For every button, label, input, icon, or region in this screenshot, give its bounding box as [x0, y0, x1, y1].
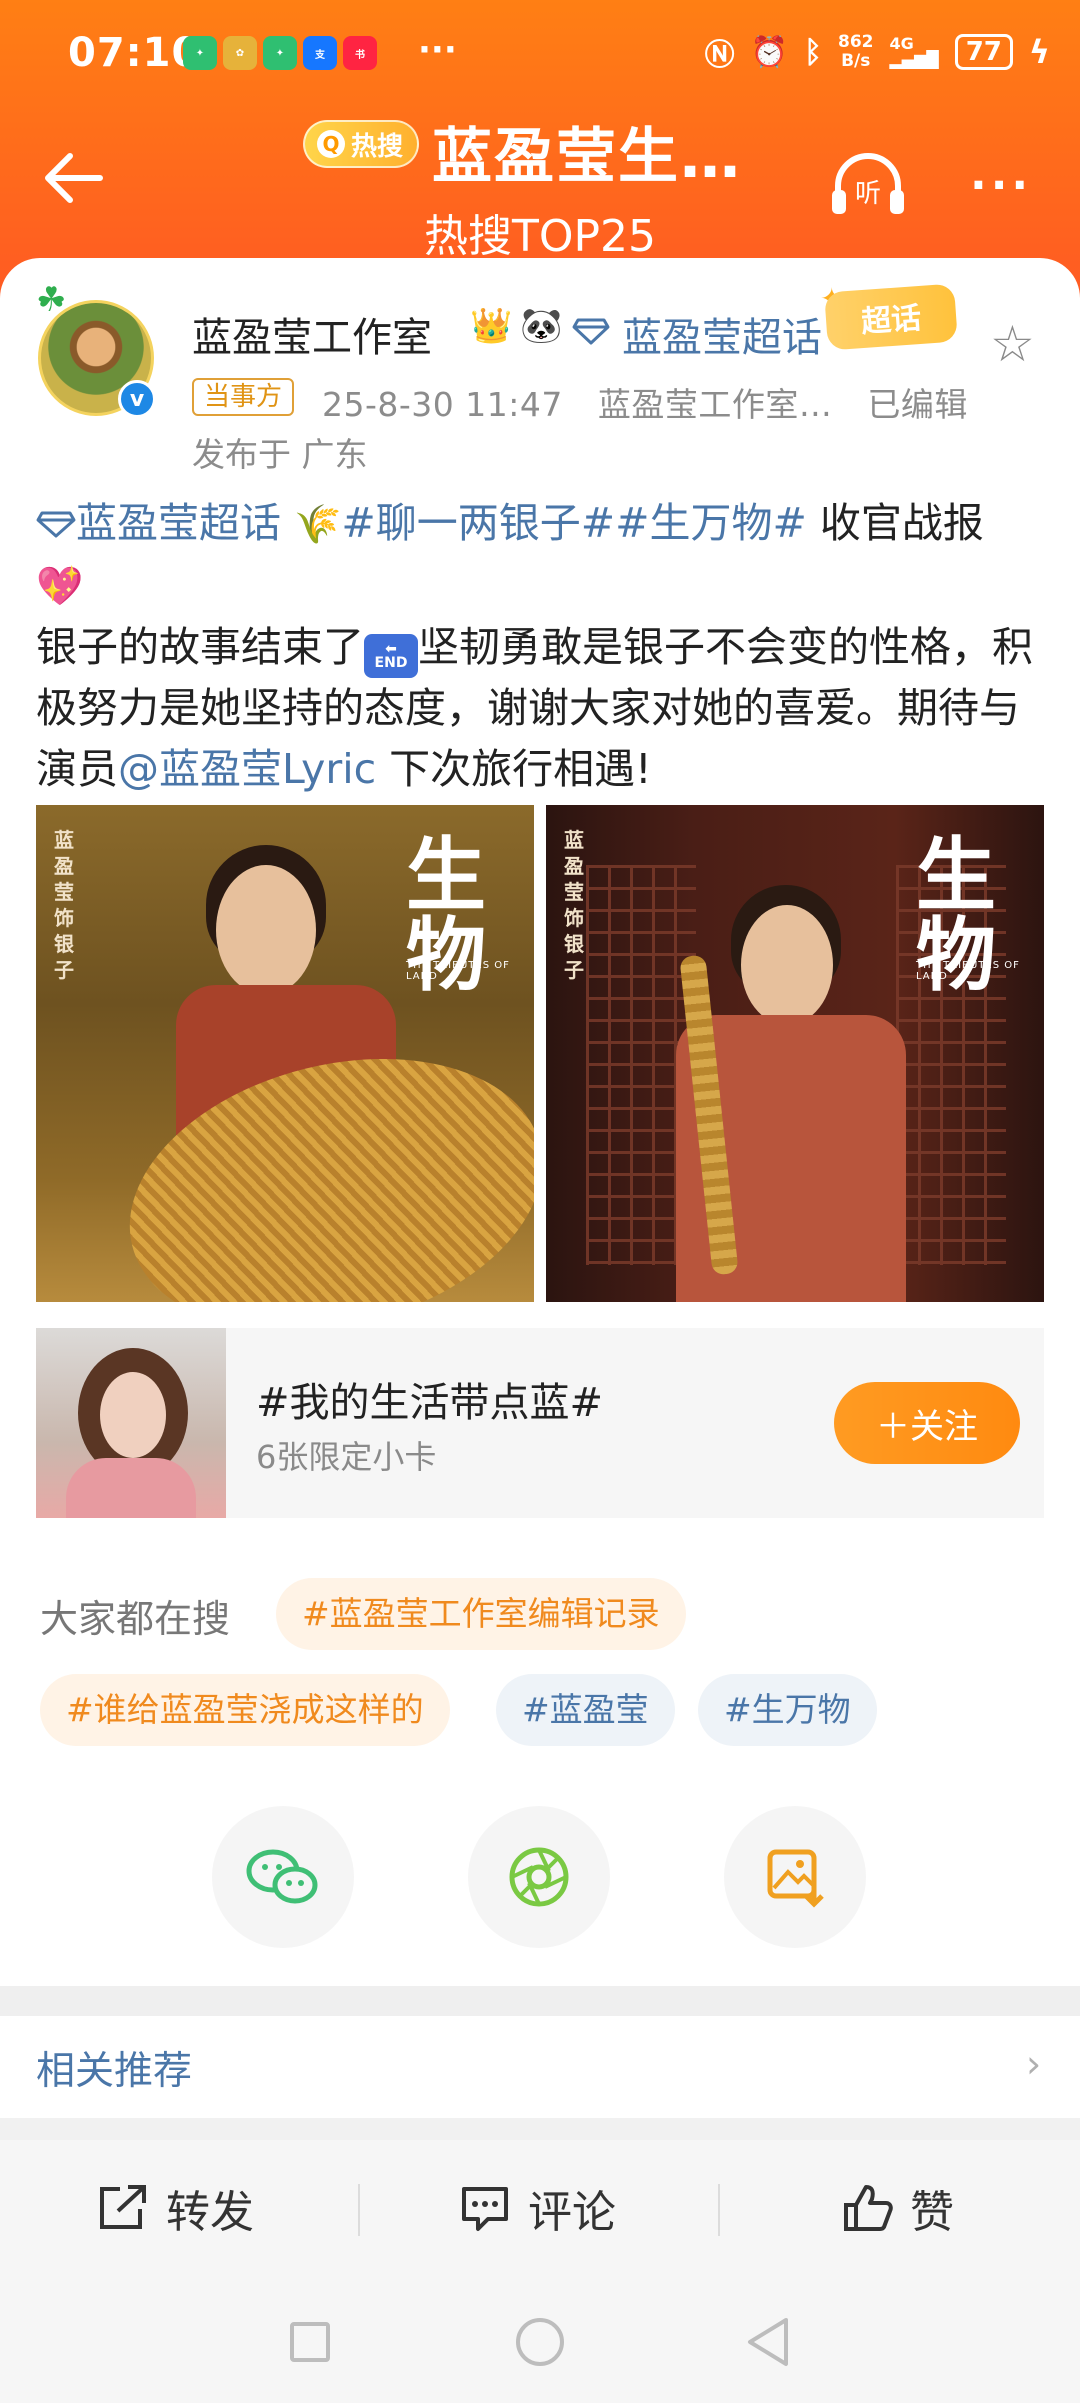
wechat-icon [246, 1849, 318, 1904]
search-tag[interactable]: #生万物 [698, 1674, 877, 1746]
net-speed-unit: B/s [841, 51, 871, 71]
crown-icon: 👑 [470, 306, 513, 346]
comment-button[interactable]: 评论 [458, 2176, 616, 2240]
thumbs-up-icon [844, 2185, 893, 2231]
end-label: END [374, 655, 408, 671]
green-app-icon: ✦ [183, 36, 217, 70]
follow-button[interactable]: ＋关注 [834, 1382, 1020, 1464]
repost-label: 转发 [166, 2187, 254, 2238]
role-tag: 当事方 [192, 378, 295, 416]
section-divider [0, 1986, 1080, 2016]
supertopic-inline-link[interactable]: 蓝盈莹超话 [76, 499, 281, 547]
charging-icon: ϟ [1028, 33, 1050, 71]
comment-label: 评论 [528, 2187, 616, 2238]
nfc-icon: Ⓝ [704, 38, 735, 73]
alipay-icon: 支 [303, 36, 337, 70]
xiaohongshu-icon: 书 [343, 36, 377, 70]
promo-subtitle: 6张限定小卡 [256, 1438, 437, 1476]
search-icon: Q [317, 130, 345, 158]
show-logo-sub: THE TRIBUTES OF LAND [406, 960, 510, 982]
green-app-icon: ✦ [263, 36, 297, 70]
edited-label[interactable]: 已编辑 [867, 385, 968, 424]
mention-link[interactable]: @蓝盈莹Lyric [118, 745, 376, 793]
like-label: 赞 [910, 2187, 954, 2238]
home-icon[interactable] [516, 2318, 564, 2366]
like-button[interactable]: 赞 [842, 2176, 954, 2240]
panda-icon: 🐼 [520, 306, 563, 346]
status-bar: 07:10 ✦ ✿ ✦ 支 书 ··· Ⓝ ⏰ ᛒ 862 B/s 4G ▂▄▆█… [0, 0, 1080, 110]
listen-label: 听 [855, 179, 881, 209]
favorite-star-icon[interactable]: ☆ [990, 315, 1035, 373]
username[interactable]: 蓝盈莹工作室 [192, 305, 432, 363]
action-divider [358, 2184, 360, 2236]
headphone-icon[interactable]: 听 [830, 150, 906, 216]
status-app-icons: ✦ ✿ ✦ 支 书 [183, 36, 377, 70]
promo-image [36, 1328, 226, 1518]
post-source: 蓝盈莹工作室… [597, 385, 833, 424]
everyone-searching-label: 大家都在搜 [40, 1597, 231, 1641]
moments-icon [509, 1847, 569, 1907]
post-image[interactable]: 蓝盈莹饰银子 生物 THE TRIBUTES OF LAND [546, 805, 1044, 1302]
hashtag-link[interactable]: #聊一两银子# [341, 499, 615, 547]
battery-indicator: 77 [954, 34, 1013, 70]
post-text-segment: 收官战报 [806, 499, 984, 547]
signal-icon: 4G ▂▄▆█ [889, 34, 939, 69]
hot-search-badge: Q 热搜 [303, 120, 420, 168]
share-moments-button[interactable] [468, 1806, 610, 1948]
heart-icon: 💖 [36, 564, 84, 608]
chevron-right-icon[interactable]: › [1026, 2042, 1041, 2086]
post-image[interactable]: 蓝盈莹饰银子 生物 THE TRIBUTES OF LAND [36, 805, 534, 1302]
hot-search-label: 热搜 [351, 131, 404, 162]
search-tag[interactable]: #谁给蓝盈莹浇成这样的 [40, 1674, 450, 1746]
comment-icon [462, 2187, 508, 2231]
back-arrow-icon[interactable] [40, 148, 110, 208]
supertopic-link[interactable]: 蓝盈莹超话 [622, 305, 822, 363]
verified-icon: v [118, 380, 156, 418]
figure-face [216, 865, 316, 995]
post-meta: 25-8-30 11:47 蓝盈莹工作室… 已编辑 [322, 378, 992, 426]
repost-button[interactable]: 转发 [96, 2176, 254, 2240]
promo-card[interactable]: #我的生活带点蓝# 6张限定小卡 ＋关注 [36, 1328, 1044, 1518]
figure-face [741, 905, 833, 1025]
save-image-icon [767, 1849, 824, 1908]
post-body: 蓝盈莹超话 🌾#聊一两银子##生万物# 收官战报 💖 银子的故事结束了 ⬅ END 坚… [36, 493, 1046, 800]
status-right: Ⓝ ⏰ ᛒ 862 B/s 4G ▂▄▆█ 77 ϟ [705, 30, 1050, 74]
post-text-segment: 下次旅行相遇! [376, 745, 652, 793]
section-divider [0, 2118, 1080, 2140]
save-image-button[interactable] [724, 1806, 866, 1948]
hashtag-link[interactable]: #生万物# [615, 499, 807, 547]
post-text-segment: 银子的故事结束了 [36, 623, 364, 671]
page-title: 蓝盈莹生… [432, 122, 742, 192]
related-label[interactable]: 相关推荐 [36, 2040, 192, 2096]
action-divider [718, 2184, 720, 2236]
vertical-caption: 蓝盈莹饰银子 [564, 828, 584, 982]
post-date: 25-8-30 11:47 [322, 385, 563, 424]
game-app-icon: ✿ [223, 36, 257, 70]
hot-rank: 热搜TOP25 [423, 211, 657, 262]
chaohua-badge[interactable]: 超话 [824, 283, 958, 351]
status-time: 07:10 [68, 30, 201, 76]
status-overflow: ··· [418, 30, 457, 70]
diamond-icon [572, 318, 610, 345]
wheat-icon: 🌾 [294, 502, 342, 546]
share-wechat-button[interactable] [212, 1806, 354, 1948]
alarm-icon: ⏰ [750, 34, 788, 70]
search-tag[interactable]: #蓝盈莹工作室编辑记录 [276, 1578, 686, 1650]
back-triangle-icon[interactable] [744, 2316, 792, 2368]
top-header: 07:10 ✦ ✿ ✦ 支 书 ··· Ⓝ ⏰ ᛒ 862 B/s 4G ▂▄▆█… [0, 0, 1080, 300]
vertical-caption: 蓝盈莹饰银子 [54, 828, 74, 982]
net-speed: 862 B/s [838, 33, 874, 71]
repost-icon [100, 2185, 146, 2229]
promo-title: #我的生活带点蓝# [256, 1380, 604, 1426]
net-speed-value: 862 [837, 32, 874, 52]
diamond-icon [36, 511, 76, 538]
bluetooth-icon: ᛒ [803, 34, 822, 70]
network-type: 4G [889, 34, 914, 53]
more-menu-icon[interactable]: ··· [970, 160, 1032, 211]
end-icon: ⬅ END [364, 634, 418, 678]
post-location: 发布于 广东 [192, 435, 368, 474]
show-logo-sub: THE TRIBUTES OF LAND [916, 960, 1020, 982]
recent-apps-icon[interactable] [290, 2322, 330, 2362]
search-tag[interactable]: #蓝盈莹 [496, 1674, 675, 1746]
